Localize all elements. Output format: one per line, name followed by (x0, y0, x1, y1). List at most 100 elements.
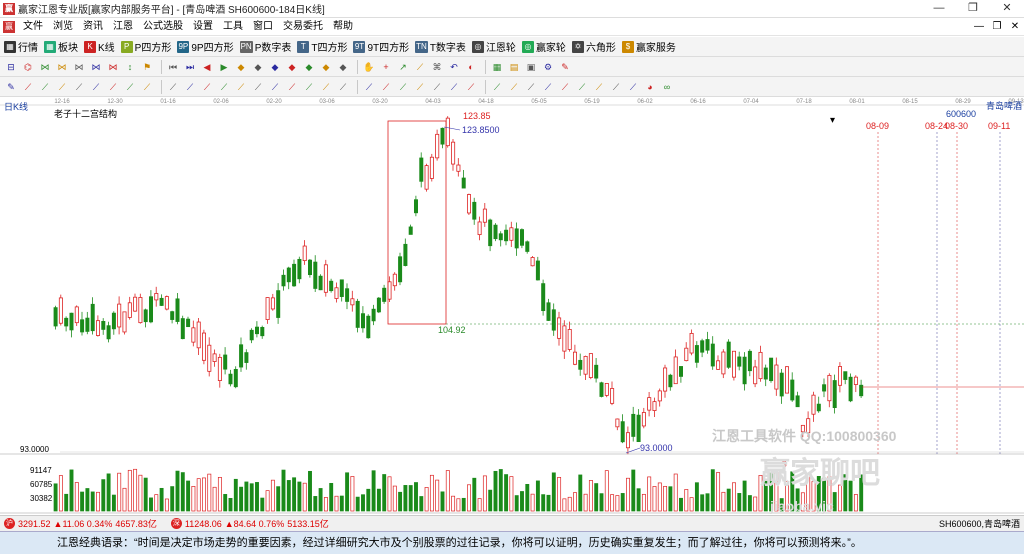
tool-button-icon[interactable]: ⟋ (541, 80, 555, 94)
tool-button-icon[interactable]: ⟋ (234, 80, 248, 94)
menu-settings[interactable]: 设置 (188, 18, 218, 36)
tool-button-icon[interactable]: ⟋ (38, 80, 52, 94)
menu-browse[interactable]: 浏览 (48, 18, 78, 36)
tool-button-icon[interactable]: ◀ (200, 60, 214, 74)
tool-button-icon[interactable]: ⋈ (106, 60, 120, 74)
restore-button[interactable]: ❐ (956, 0, 990, 18)
tool-button-icon[interactable]: ↶ (447, 60, 461, 74)
tool-button-icon[interactable]: ⟋ (413, 80, 427, 94)
toolbar-button-12[interactable]: $ 赢家服务 (621, 39, 676, 54)
tool-button-icon[interactable]: ◆ (319, 60, 333, 74)
tool-button-icon[interactable]: ◆ (285, 60, 299, 74)
toolbar-button-4[interactable]: 9P 9P四方形 (177, 39, 234, 54)
tool-button-icon[interactable]: ⟋ (319, 80, 333, 94)
tool-button-icon[interactable]: ⟋ (72, 80, 86, 94)
tool-button-icon[interactable]: ∞ (660, 80, 674, 94)
tool-button-icon[interactable]: ⟋ (430, 80, 444, 94)
kline-chart-panel[interactable]: 12-16 12-30 01-16 02-06 02-20 03-06 03-20 04-03… (0, 97, 1024, 515)
menu-window[interactable]: 窗口 (248, 18, 278, 36)
tool-button-icon[interactable]: ⌘ (430, 60, 444, 74)
menu-trading[interactable]: 交易委托 (278, 18, 328, 36)
tool-button-icon[interactable]: ⟋ (507, 80, 521, 94)
tool-button-icon[interactable]: ◐ (464, 60, 478, 74)
tool-button-icon[interactable]: ⟋ (123, 80, 137, 94)
tool-button-icon[interactable]: ⟋ (302, 80, 316, 94)
tool-button-icon[interactable]: ⟋ (268, 80, 282, 94)
tool-button-icon[interactable]: ⟋ (251, 80, 265, 94)
tool-button-icon[interactable]: ✎ (558, 60, 572, 74)
tool-button-icon[interactable]: ⏭ (183, 60, 197, 74)
tool-button-icon[interactable]: ↗ (396, 60, 410, 74)
minimize-button[interactable]: — (922, 0, 956, 18)
tool-button-icon[interactable]: ⟋ (447, 80, 461, 94)
tool-button-icon[interactable]: ⟋ (490, 80, 504, 94)
tool-button-icon[interactable]: ◆ (234, 60, 248, 74)
toolbar-button-2[interactable]: K K线 (84, 39, 115, 54)
tool-button-icon[interactable]: ⋈ (89, 60, 103, 74)
tool-button-icon[interactable]: ⟋ (166, 80, 180, 94)
toolbar-button-7[interactable]: 9T 9T四方形 (353, 39, 409, 54)
tool-button-icon[interactable]: ⟋ (21, 80, 35, 94)
kline-chart[interactable]: 12-16 12-30 01-16 02-06 02-20 03-06 03-20 04-03… (0, 97, 1024, 515)
tool-button-icon[interactable]: ◆ (336, 60, 350, 74)
tool-button-icon[interactable]: ⌬ (21, 60, 35, 74)
tool-button-icon[interactable]: ⟋ (558, 80, 572, 94)
tool-button-icon[interactable]: ⟋ (464, 80, 478, 94)
tool-button-icon[interactable]: ◆ (302, 60, 316, 74)
tool-button-icon[interactable]: ⟋ (626, 80, 640, 94)
tool-button-icon[interactable]: ⟋ (89, 80, 103, 94)
dropdown-arrow-icon[interactable]: ▾ (830, 115, 835, 126)
menu-help[interactable]: 帮助 (328, 18, 358, 36)
menu-formula-stock-pick[interactable]: 公式选股 (138, 18, 188, 36)
mdi-minimize-button[interactable]: — (970, 18, 988, 36)
mdi-close-button[interactable]: ✕ (1006, 18, 1024, 36)
tool-button-icon[interactable]: ⟋ (336, 80, 350, 94)
tool-button-icon[interactable]: ⟋ (140, 80, 154, 94)
toolbar-button-10[interactable]: ◎ 赢家轮 (521, 39, 566, 54)
tool-button-icon[interactable]: ⟋ (55, 80, 69, 94)
tool-button-icon[interactable]: ⟋ (592, 80, 606, 94)
menu-tools[interactable]: 工具 (218, 18, 248, 36)
tool-button-icon[interactable]: ⏮ (166, 60, 180, 74)
index-sh[interactable]: 沪 3291.52 ▲11.06 0.34% 4657.83亿 (4, 517, 157, 530)
tool-button-icon[interactable]: ◆ (251, 60, 265, 74)
tool-button-icon[interactable]: ↕ (123, 60, 137, 74)
menu-news[interactable]: 资讯 (78, 18, 108, 36)
tool-button-icon[interactable]: ▦ (490, 60, 504, 74)
tool-button-icon[interactable]: ⟋ (285, 80, 299, 94)
tool-button-icon[interactable]: ⋈ (72, 60, 86, 74)
tool-button-icon[interactable]: ▣ (524, 60, 538, 74)
tool-button-icon[interactable]: ⟋ (200, 80, 214, 94)
tool-button-icon[interactable]: + (379, 60, 393, 74)
tool-button-icon[interactable]: ⟋ (362, 80, 376, 94)
menu-gann[interactable]: 江恩 (108, 18, 138, 36)
toolbar-button-9[interactable]: ◎ 江恩轮 (471, 39, 516, 54)
menu-file[interactable]: 文件 (18, 18, 48, 36)
tool-button-icon[interactable]: ⟋ (106, 80, 120, 94)
tool-button-icon[interactable]: ⟋ (575, 80, 589, 94)
toolbar-button-6[interactable]: T T四方形 (297, 39, 347, 54)
tool-button-icon[interactable]: ⟋ (413, 60, 427, 74)
tool-button-icon[interactable]: ⟋ (524, 80, 538, 94)
mdi-restore-button[interactable]: ❐ (988, 18, 1006, 36)
tool-button-icon[interactable]: ⚙ (541, 60, 555, 74)
tool-button-icon[interactable]: ▶ (217, 60, 231, 74)
tool-button-icon[interactable]: ⋈ (55, 60, 69, 74)
tool-button-icon[interactable]: ⟋ (379, 80, 393, 94)
tool-button-icon[interactable]: ▤ (507, 60, 521, 74)
toolbar-button-1[interactable]: ▦ 板块 (44, 39, 78, 54)
tool-button-icon[interactable]: ⟋ (396, 80, 410, 94)
toolbar-button-3[interactable]: P P四方形 (120, 39, 171, 54)
close-button[interactable]: ✕ (990, 0, 1024, 18)
toolbar-button-8[interactable]: TN T数字表 (415, 39, 466, 54)
toolbar-button-0[interactable]: ▦ 行情 (4, 39, 38, 54)
toolbar-button-5[interactable]: PN P数字表 (239, 39, 291, 54)
toolbar-button-11[interactable]: ✡ 六角形 (571, 39, 616, 54)
index-sz[interactable]: 深 11248.06 ▲84.64 0.76% 5133.15亿 (170, 517, 329, 530)
tool-button-icon[interactable]: ✋ (362, 60, 376, 74)
tool-button-icon[interactable]: ⊟ (4, 60, 18, 74)
tool-button-icon[interactable]: ◕ (643, 80, 657, 94)
tool-button-icon[interactable]: ⟋ (217, 80, 231, 94)
tool-button-icon[interactable]: ✎ (4, 80, 18, 94)
tool-button-icon[interactable]: ⋈ (38, 60, 52, 74)
